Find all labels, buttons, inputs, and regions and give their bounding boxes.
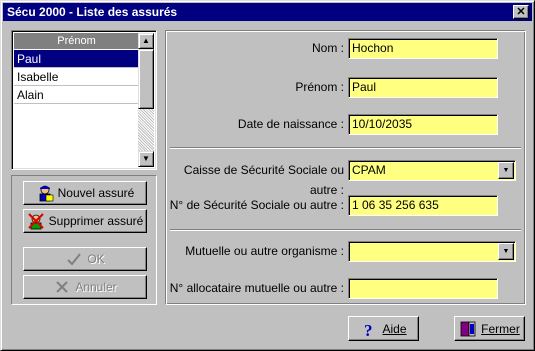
scroll-thumb[interactable] (138, 49, 154, 109)
numero-secu-label: N° de Sécurité Sociale ou autre : (169, 198, 344, 212)
mutuelle-combo[interactable]: ▼ (348, 241, 516, 262)
main-window: Sécu 2000 - Liste des assurés ✕ Prénom P… (0, 0, 535, 351)
svg-text:?: ? (364, 321, 373, 338)
caisse-value: CPAM (352, 163, 386, 177)
list-scrollbar[interactable]: ▲ ▼ (138, 33, 154, 167)
close-label: Fermer (481, 321, 520, 336)
allocataire-label: N° allocataire mutuelle ou autre : (169, 281, 344, 295)
separator (170, 147, 521, 149)
allocataire-field[interactable] (348, 278, 498, 299)
new-insured-button[interactable]: Nouvel assuré (23, 181, 147, 205)
window-title: Sécu 2000 - Liste des assurés (7, 5, 178, 19)
naissance-label: Date de naissance : (237, 117, 344, 131)
title-bar[interactable]: Sécu 2000 - Liste des assurés ✕ (3, 3, 532, 21)
separator (170, 229, 521, 231)
cancel-label: Annuler (75, 280, 117, 294)
question-mark-icon: ? (360, 320, 378, 340)
insured-list[interactable]: Prénom Paul Isabelle Alain ▲ ▼ (11, 30, 157, 170)
nom-field[interactable]: Hochon (348, 38, 498, 59)
list-item[interactable]: Alain (14, 86, 140, 104)
exit-door-icon (459, 320, 477, 338)
delete-insured-label: Supprimer assuré (48, 214, 144, 228)
numero-secu-field[interactable]: 1 06 35 256 635 (348, 195, 498, 216)
list-item[interactable]: Isabelle (14, 68, 140, 86)
ok-button[interactable]: OK (23, 247, 147, 271)
caisse-combo[interactable]: CPAM ▼ (348, 160, 516, 181)
person-delete-icon (27, 212, 45, 230)
insured-form: Nom : Hochon Prénom : Paul Date de naiss… (165, 30, 526, 305)
scroll-down-button[interactable]: ▼ (138, 151, 154, 167)
list-header-prenom[interactable]: Prénom (14, 33, 140, 49)
help-button[interactable]: ? Aide (348, 316, 419, 341)
scroll-up-button[interactable]: ▲ (138, 33, 154, 49)
cancel-button[interactable]: Annuler (23, 275, 147, 299)
chevron-down-icon[interactable]: ▼ (498, 243, 514, 260)
action-panel: Nouvel assuré Supprimer assuré OK Annule… (11, 175, 157, 305)
help-label: Aide (382, 321, 407, 336)
person-add-icon (36, 184, 54, 202)
delete-insured-button[interactable]: Supprimer assuré (23, 209, 147, 233)
new-insured-label: Nouvel assuré (57, 186, 135, 200)
checkmark-icon (65, 250, 83, 268)
ok-label: OK (87, 252, 105, 266)
chevron-down-icon[interactable]: ▼ (498, 162, 514, 179)
close-button[interactable]: Fermer (454, 316, 525, 341)
mutuelle-label: Mutuelle ou autre organisme : (185, 244, 344, 258)
nom-label: Nom : (311, 41, 344, 55)
close-window-button[interactable]: ✕ (513, 5, 529, 19)
list-item[interactable]: Paul (14, 50, 140, 68)
prenom-field[interactable]: Paul (348, 77, 498, 98)
birthdate-field[interactable]: 10/10/2035 (348, 114, 498, 135)
cross-icon (53, 278, 71, 296)
caisse-label: Caisse de Sécurité Sociale ou autre : (183, 163, 344, 197)
prenom-label: Prénom : (295, 80, 344, 94)
